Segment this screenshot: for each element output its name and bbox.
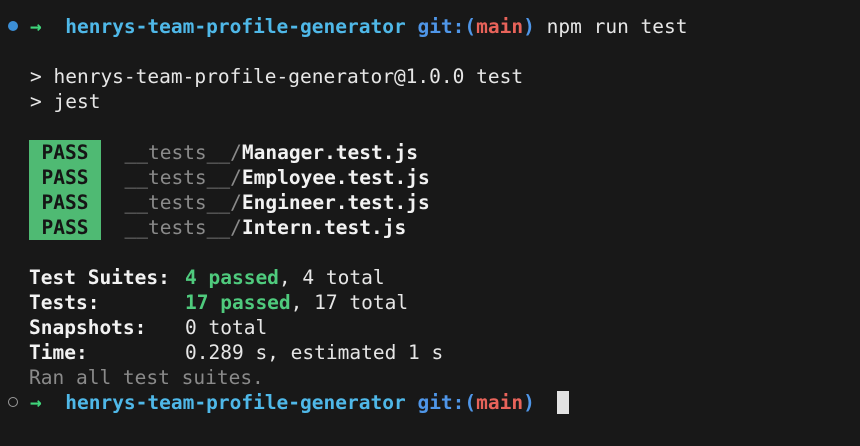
prompt-line-current: → henrys-team-profile-generator git:(mai… [30,390,535,415]
summary-total: , 17 total [290,291,409,314]
test-result-row: PASS __tests__/Intern.test.js [29,215,406,240]
pass-badge: PASS [29,140,101,165]
summary-suites: Test Suites: 4 passed, 4 total [29,265,385,290]
pass-badge: PASS [29,215,101,240]
pass-badge: PASS [29,190,101,215]
prompt-paren-open: ( [464,391,477,414]
prompt-arrow-icon: → [30,391,42,414]
ran-all-message: Ran all test suites. [29,366,264,389]
prompt-arrow-icon: → [30,15,42,38]
summary-label: Tests: [29,291,100,314]
test-dir: __tests__/ [124,191,242,214]
npm-output-script: > henrys-team-profile-generator@1.0.0 te… [30,65,524,88]
summary-label: Snapshots: [29,316,147,339]
test-dir: __tests__/ [124,216,242,239]
summary-snapshots: Snapshots: 0 total [29,315,267,340]
terminal-window[interactable]: → henrys-team-profile-generator git:(mai… [0,0,860,446]
npm-output-jest: > jest [30,90,101,113]
pass-badge: PASS [29,165,101,190]
summary-label: Time: [29,341,88,364]
test-file: Manager.test.js [241,141,418,164]
prompt-git-label: git: [417,15,465,38]
command-status-dot-icon [8,21,18,31]
prompt-paren-close: ) [523,15,535,38]
prompt-git-label: git: [417,391,465,414]
test-dir: __tests__/ [124,166,242,189]
test-result-row: PASS __tests__/Employee.test.js [29,165,430,190]
test-result-row: PASS __tests__/Engineer.test.js [29,190,430,215]
test-dir: __tests__/ [124,141,242,164]
summary-value: 0 total [185,316,268,339]
prompt-directory: henrys-team-profile-generator [65,15,406,38]
summary-label: Test Suites: [29,266,170,289]
prompt-status-dot-icon [8,397,18,407]
summary-time: Time: 0.289 s, estimated 1 s [29,340,443,365]
prompt-line-command: → henrys-team-profile-generator git:(mai… [30,14,688,39]
command-text: npm run test [546,15,688,38]
prompt-paren-open: ( [464,15,477,38]
summary-tests: Tests: 17 passed, 17 total [29,290,408,315]
summary-passed: 17 passed [185,291,291,314]
prompt-branch: main [476,15,524,38]
test-result-row: PASS __tests__/Manager.test.js [29,140,418,165]
prompt-paren-close: ) [523,391,535,414]
summary-value: 0.289 s, estimated 1 s [185,341,444,364]
terminal-cursor[interactable] [557,391,569,414]
prompt-directory: henrys-team-profile-generator [65,391,406,414]
summary-total: , 4 total [278,266,385,289]
test-file: Intern.test.js [241,216,407,239]
summary-passed: 4 passed [185,266,279,289]
prompt-branch: main [476,391,524,414]
test-file: Engineer.test.js [241,191,430,214]
test-file: Employee.test.js [241,166,430,189]
